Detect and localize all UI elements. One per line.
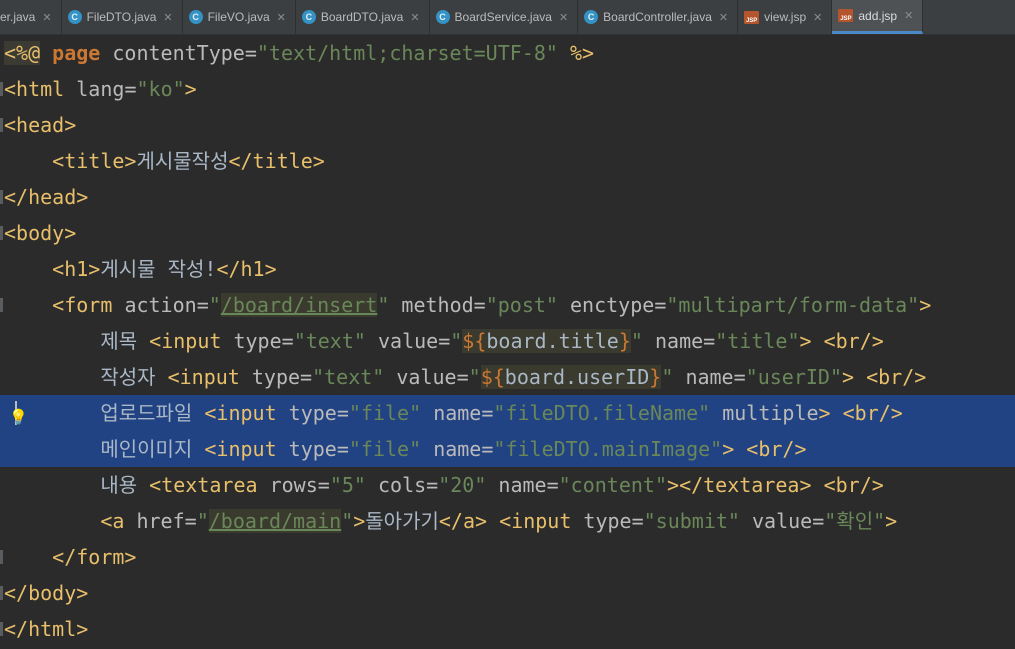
code-line[interactable]: <title>게시물작성</title>	[0, 143, 1015, 179]
close-tab-icon[interactable]: ✕	[277, 11, 286, 24]
code-line[interactable]: <a href="/board/main">돌아가기</a> <input ty…	[0, 503, 1015, 539]
tab-label: BoardDTO.java	[320, 10, 404, 24]
editor-tab-bar: er.java ✕ C FileDTO.java ✕ C FileVO.java ✕ C Boar…	[0, 0, 1015, 35]
code-text: <head>	[4, 113, 77, 137]
code-line[interactable]: </form>	[0, 539, 1015, 575]
tab-filedto-java[interactable]: C FileDTO.java ✕	[62, 0, 183, 34]
code-line[interactable]: 업로드파일 <input type="file" name="fileDTO.f…	[0, 395, 1015, 431]
java-class-icon: C	[584, 10, 599, 24]
code-text: 작성자 <input type="text" value="${board.us…	[4, 365, 927, 389]
close-tab-icon[interactable]: ✕	[163, 11, 172, 24]
code-text: <form action="/board/insert" method="pos…	[52, 293, 932, 317]
fold-marker[interactable]	[0, 586, 3, 600]
code-line[interactable]: </body>	[0, 575, 1015, 611]
lightbulb-icon[interactable]: 💡	[9, 399, 28, 435]
fold-marker[interactable]	[0, 118, 3, 132]
java-class-icon: C	[301, 10, 316, 24]
code-text: <h1>게시물 작성!</h1>	[52, 257, 277, 281]
tab-boardcontroller-java[interactable]: C BoardController.java ✕	[578, 0, 739, 34]
code-text: 메인이미지 <input type="file" name="fileDTO.m…	[4, 437, 807, 461]
tab-er-java[interactable]: er.java ✕	[0, 0, 62, 34]
jsp-file-icon: JSP	[838, 9, 854, 22]
code-line[interactable]: </html>	[0, 611, 1015, 647]
fold-marker[interactable]	[0, 82, 3, 96]
close-tab-icon[interactable]: ✕	[813, 11, 822, 24]
code-line[interactable]: <head>	[0, 107, 1015, 143]
fold-marker[interactable]	[0, 622, 3, 636]
code-line[interactable]: <%@ page contentType="text/html;charset=…	[0, 35, 1015, 71]
close-tab-icon[interactable]: ✕	[410, 11, 419, 24]
tab-label: add.jsp	[858, 8, 898, 23]
tab-filevo-java[interactable]: C FileVO.java ✕	[183, 0, 296, 34]
close-tab-icon[interactable]: ✕	[559, 11, 568, 24]
tab-label: FileVO.java	[207, 10, 270, 24]
tab-add-jsp[interactable]: JSP add.jsp ✕	[832, 0, 924, 34]
code-text: <html lang="ko">	[4, 77, 197, 101]
java-class-icon: C	[435, 10, 450, 24]
tab-boarddto-java[interactable]: C BoardDTO.java ✕	[296, 0, 430, 34]
code-text: 제목 <input type="text" value="${board.tit…	[4, 329, 884, 353]
code-text: </html>	[4, 617, 89, 641]
tab-label: view.jsp	[764, 10, 807, 24]
code-text: <%@ page contentType="text/html;charset=…	[4, 41, 595, 65]
code-text: 업로드파일 <input type="file" name="fileDTO.f…	[4, 401, 903, 425]
tab-label: er.java	[0, 10, 36, 24]
code-text: <a href="/board/main">돌아가기</a> <input ty…	[100, 509, 898, 533]
java-class-icon: C	[188, 10, 203, 24]
code-text: </body>	[4, 581, 89, 605]
code-line[interactable]: <html lang="ko">	[0, 71, 1015, 107]
code-text: </form>	[52, 545, 137, 569]
close-tab-icon[interactable]: ✕	[904, 9, 913, 22]
fold-marker[interactable]	[0, 298, 3, 312]
code-line[interactable]: 제목 <input type="text" value="${board.tit…	[0, 323, 1015, 359]
code-text: <body>	[4, 221, 77, 245]
code-line[interactable]: <body>	[0, 215, 1015, 251]
fold-marker[interactable]	[0, 190, 3, 204]
code-editor[interactable]: <%@ page contentType="text/html;charset=…	[0, 35, 1015, 649]
close-tab-icon[interactable]: ✕	[719, 11, 728, 24]
code-line[interactable]: 메인이미지 <input type="file" name="fileDTO.m…	[0, 431, 1015, 467]
close-tab-icon[interactable]: ✕	[42, 11, 51, 24]
code-text: </head>	[4, 185, 89, 209]
code-text: <title>게시물작성</title>	[52, 149, 325, 173]
code-line[interactable]: <form action="/board/insert" method="pos…	[0, 287, 1015, 323]
tab-view-jsp[interactable]: JSP view.jsp ✕	[738, 0, 833, 34]
tab-label: FileDTO.java	[86, 10, 157, 24]
fold-marker[interactable]	[0, 550, 3, 564]
code-line[interactable]: 작성자 <input type="text" value="${board.us…	[0, 359, 1015, 395]
tab-label: BoardController.java	[603, 10, 712, 24]
java-class-icon: C	[67, 10, 82, 24]
tab-label: BoardService.java	[454, 10, 552, 24]
code-line[interactable]: <h1>게시물 작성!</h1>	[0, 251, 1015, 287]
code-line[interactable]: </head>	[0, 179, 1015, 215]
code-line[interactable]: 내용 <textarea rows="5" cols="20" name="co…	[0, 467, 1015, 503]
jsp-file-icon: JSP	[744, 10, 760, 24]
tab-boardservice-java[interactable]: C BoardService.java ✕	[430, 0, 579, 34]
code-text: 내용 <textarea rows="5" cols="20" name="co…	[4, 473, 884, 497]
fold-marker[interactable]	[0, 226, 3, 240]
